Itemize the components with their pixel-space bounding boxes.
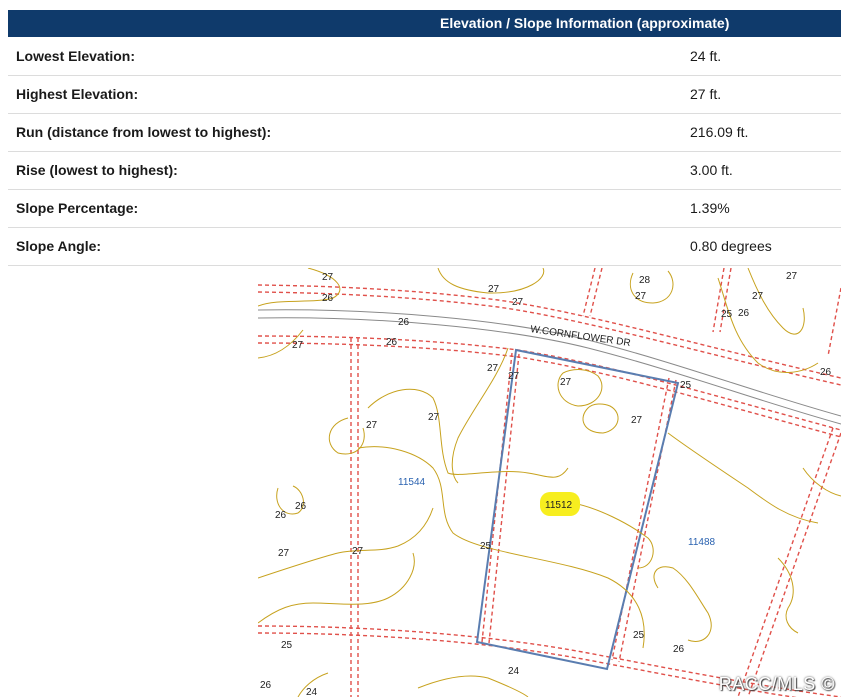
topographic-map: 27 26 27 27 28 27 27 27 26 27 26 25 26 2…	[258, 268, 841, 697]
contour-label: 25	[281, 640, 293, 651]
parcel-label-11488: 11488	[688, 537, 716, 548]
contour-label: 26	[738, 308, 750, 319]
elevation-info-table: Lowest Elevation: 24 ft. Highest Elevati…	[8, 38, 841, 266]
contour-label: 26	[295, 501, 307, 512]
lot-line	[712, 268, 725, 333]
contour-line	[258, 552, 415, 624]
contour-label: 24	[508, 666, 520, 677]
table-row: Slope Percentage: 1.39%	[8, 190, 841, 228]
lot-line	[258, 291, 841, 386]
contour-label: 27	[278, 548, 290, 559]
lot-line	[589, 268, 603, 317]
lot-line	[488, 353, 520, 644]
contour-label: 24	[306, 687, 318, 697]
row-value: 216.09 ft.	[690, 124, 749, 140]
table-row: Slope Angle: 0.80 degrees	[8, 228, 841, 266]
contour-line	[717, 277, 819, 373]
contour-label: 27	[560, 377, 572, 388]
parcel-label-11512: 11512	[545, 500, 573, 511]
contour-label: 26	[386, 337, 398, 348]
contour-line	[582, 403, 619, 434]
contour-line	[667, 432, 819, 524]
contour-label: 27	[487, 363, 499, 374]
contour-label: 27	[786, 271, 798, 282]
row-value: 27 ft.	[690, 86, 722, 102]
contour-label: 27	[512, 297, 524, 308]
contour-label: 25	[480, 541, 492, 552]
lot-line	[747, 432, 841, 697]
contour-label: 26	[322, 293, 334, 304]
contour-label: 26	[673, 644, 685, 655]
contour-label: 26	[260, 680, 272, 691]
contour-label: 25	[721, 309, 733, 320]
contour-label: 27	[631, 415, 643, 426]
contour-label: 27	[366, 420, 378, 431]
contour-label: 27	[322, 272, 334, 283]
contour-label: 25	[680, 380, 692, 391]
contour-label: 25	[633, 630, 645, 641]
lot-line	[737, 427, 834, 697]
contour-label: 26	[275, 510, 287, 521]
row-label: Highest Elevation:	[16, 86, 139, 102]
table-row: Lowest Elevation: 24 ft.	[8, 38, 841, 76]
contour-line	[417, 675, 529, 697]
row-value: 24 ft.	[690, 48, 722, 64]
contour-label: 27	[508, 371, 520, 382]
table-header: Elevation / Slope Information (approxima…	[8, 10, 841, 37]
row-value: 1.39%	[690, 200, 730, 216]
street-label: W.CORNFLOWER DR	[530, 324, 632, 349]
row-label: Lowest Elevation:	[16, 48, 136, 64]
lot-line	[258, 335, 841, 431]
contour-line	[572, 502, 654, 569]
contour-label: 27	[428, 412, 440, 423]
contour-label: 28	[639, 275, 651, 286]
row-label: Slope Angle:	[16, 238, 102, 254]
contour-label: 27	[488, 284, 500, 295]
row-value: 0.80 degrees	[690, 238, 772, 254]
contour-label: 27	[752, 291, 764, 302]
table-title: Elevation / Slope Information (approxima…	[440, 15, 730, 31]
contour-line	[451, 347, 509, 484]
row-label: Rise (lowest to highest):	[16, 162, 178, 178]
lot-line	[827, 287, 841, 357]
contour-line	[367, 388, 569, 478]
contour-label: 27	[352, 546, 364, 557]
table-row: Run (distance from lowest to highest): 2…	[8, 114, 841, 152]
table-row: Rise (lowest to highest): 3.00 ft.	[8, 152, 841, 190]
contour-line	[328, 417, 365, 455]
parcel-label-11544: 11544	[398, 477, 426, 488]
contour-label: 26	[398, 317, 410, 328]
contour-line	[777, 557, 799, 634]
row-label: Run (distance from lowest to highest):	[16, 124, 272, 140]
contour-line	[802, 467, 841, 497]
mls-watermark: RACC/MLS ©	[718, 674, 835, 694]
table-row: Highest Elevation: 27 ft.	[8, 76, 841, 114]
contour-label: 27	[292, 340, 304, 351]
contour-label: 27	[635, 291, 647, 302]
contour-line	[653, 566, 712, 642]
row-value: 3.00 ft.	[690, 162, 733, 178]
lot-line	[582, 268, 596, 317]
contour-label: 26	[820, 367, 832, 378]
row-label: Slope Percentage:	[16, 200, 139, 216]
